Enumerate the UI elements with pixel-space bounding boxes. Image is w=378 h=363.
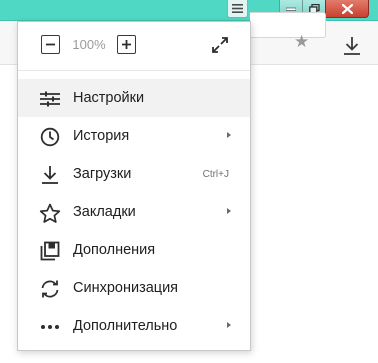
- menu-item-history[interactable]: История: [18, 117, 250, 155]
- menu-item-extensions[interactable]: Дополнения: [18, 231, 250, 269]
- settings-sliders-icon: [39, 88, 61, 110]
- menu-item-label: Настройки: [73, 90, 145, 106]
- fullscreen-button[interactable]: [211, 36, 229, 54]
- download-icon: [39, 164, 61, 186]
- star-icon: [39, 202, 61, 224]
- menu-item-settings[interactable]: Настройки: [18, 79, 250, 117]
- minimize-icon: [286, 7, 296, 11]
- menu-item-label: Загрузки: [73, 166, 132, 182]
- keyboard-shortcut: Ctrl+J: [202, 169, 229, 180]
- address-bar[interactable]: [250, 12, 326, 38]
- extensions-icon: [39, 240, 61, 262]
- menu-item-label: Закладки: [73, 204, 136, 220]
- plus-icon: [122, 40, 131, 49]
- menu-item-label: Дополнения: [73, 242, 156, 258]
- menu-divider: [18, 70, 250, 71]
- more-dots-icon: [39, 316, 61, 338]
- close-button[interactable]: [325, 0, 369, 18]
- zoom-out-button[interactable]: [41, 35, 60, 54]
- menu-item-bookmarks[interactable]: Закладки: [18, 193, 250, 231]
- bookmark-star-icon[interactable]: ★: [294, 33, 309, 50]
- browser-menu-button[interactable]: [227, 0, 248, 18]
- menu-item-label: Дополнительно: [73, 318, 178, 334]
- zoom-level: 100%: [72, 37, 106, 52]
- clock-icon: [39, 126, 61, 148]
- downloads-button[interactable]: [343, 36, 361, 56]
- menu-item-downloads[interactable]: Загрузки Ctrl+J: [18, 155, 250, 193]
- submenu-arrow-icon: [227, 322, 231, 328]
- minus-icon: [46, 43, 55, 46]
- fullscreen-icon: [212, 37, 228, 53]
- menu-item-more[interactable]: Дополнительно: [18, 307, 250, 345]
- submenu-arrow-icon: [227, 208, 231, 214]
- menu-item-sync[interactable]: Синхронизация: [18, 269, 250, 307]
- zoom-controls: 100%: [18, 22, 250, 70]
- close-icon: [341, 3, 353, 14]
- hamburger-icon: [232, 4, 243, 13]
- sync-icon: [39, 278, 61, 300]
- zoom-in-button[interactable]: [117, 35, 136, 54]
- download-icon: [344, 37, 360, 55]
- menu-item-label: Синхронизация: [73, 280, 179, 296]
- browser-main-menu: 100% Настройки История Загрузки Ctrl+J З…: [17, 21, 251, 351]
- submenu-arrow-icon: [227, 132, 231, 138]
- menu-item-label: История: [73, 128, 130, 144]
